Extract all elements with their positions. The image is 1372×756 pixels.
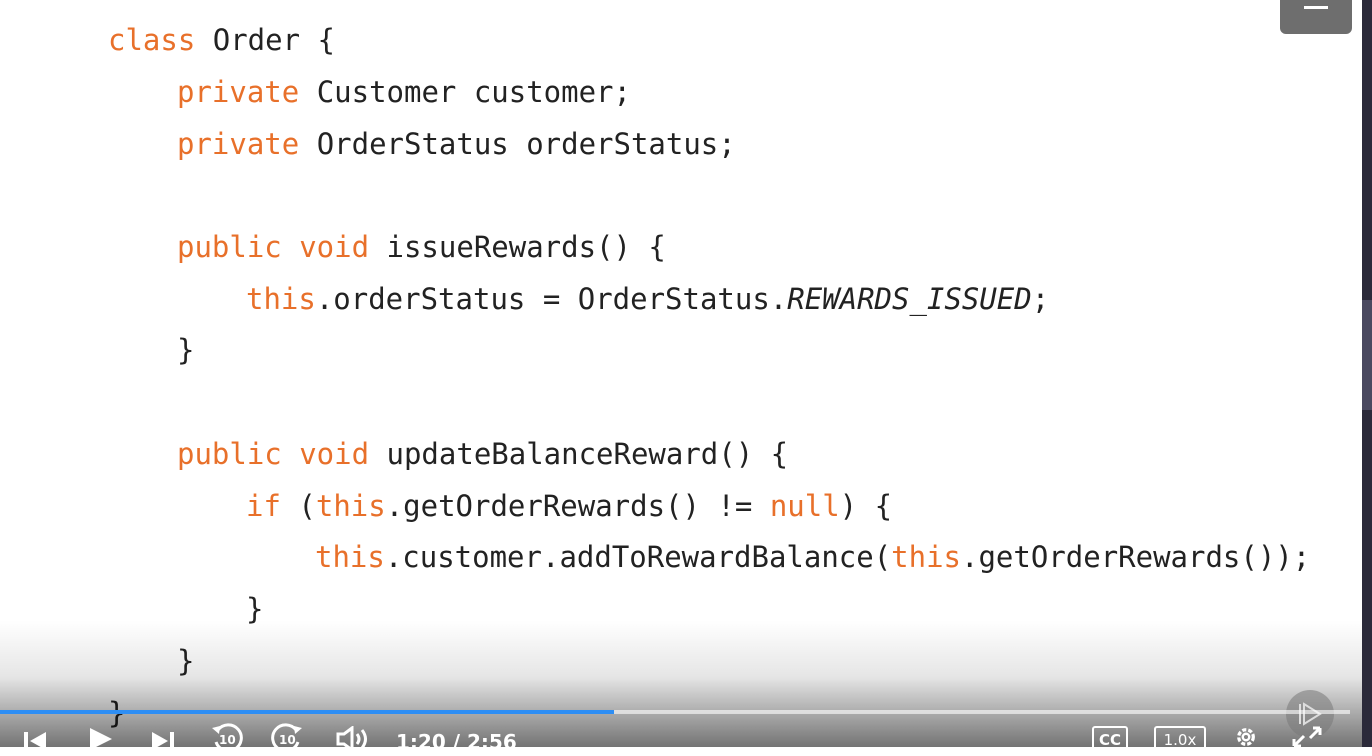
time-separator: / bbox=[452, 730, 461, 754]
code-token: REWARDS_ISSUED bbox=[787, 282, 1032, 316]
code-line: public void updateBalanceReward() { bbox=[177, 434, 788, 474]
code-token: .getOrderRewards()); bbox=[961, 540, 1311, 574]
code-slide: class Order {private Customer customer; p… bbox=[0, 0, 1362, 747]
volume-icon[interactable] bbox=[336, 726, 370, 750]
code-token: .customer.addToRewardBalance( bbox=[384, 540, 892, 574]
current-time: 1:20 bbox=[396, 730, 446, 754]
captions-icon: CC bbox=[1098, 731, 1122, 749]
code-keyword: private bbox=[177, 127, 317, 161]
code-line: if (this.getOrderRewards() != null) { bbox=[246, 486, 892, 526]
code-token: ) { bbox=[839, 489, 893, 523]
code-keyword: this bbox=[315, 540, 385, 574]
minimize-icon bbox=[1304, 6, 1328, 9]
code-token: issueRewards() { bbox=[386, 230, 666, 264]
code-line: } bbox=[177, 641, 194, 681]
previous-icon[interactable] bbox=[24, 730, 50, 750]
progress-fill bbox=[0, 710, 615, 714]
right-edge-panel bbox=[1362, 0, 1372, 747]
code-token: Customer customer; bbox=[316, 75, 631, 109]
duration: 2:56 bbox=[467, 730, 517, 754]
code-keyword: this bbox=[891, 540, 962, 574]
code-keyword: this bbox=[315, 489, 386, 523]
code-token: OrderStatus orderStatus; bbox=[316, 127, 736, 161]
player-controls: 10 10 1:20 / 2:56 CC 1.0x bbox=[0, 718, 1362, 754]
next-icon[interactable] bbox=[150, 730, 176, 750]
code-token: } bbox=[177, 644, 195, 678]
rewind-10-label: 10 bbox=[219, 733, 236, 747]
code-token: } bbox=[246, 592, 264, 626]
progress-bar[interactable] bbox=[0, 710, 1350, 714]
code-keyword: public void bbox=[177, 437, 387, 471]
code-token: .getOrderRewards() != bbox=[385, 489, 770, 523]
play-icon[interactable] bbox=[88, 726, 114, 750]
captions-button[interactable]: CC bbox=[1092, 726, 1128, 754]
code-line: this.customer.addToRewardBalance(this.ge… bbox=[315, 537, 1310, 577]
code-line: this.orderStatus = OrderStatus.REWARDS_I… bbox=[246, 279, 1049, 319]
playback-speed-button[interactable]: 1.0x bbox=[1154, 726, 1206, 754]
forward-10-label: 10 bbox=[279, 733, 296, 747]
code-line: } bbox=[246, 589, 263, 629]
code-keyword: private bbox=[177, 75, 317, 109]
forward-10-button[interactable]: 10 bbox=[270, 722, 304, 753]
code-token: Order { bbox=[212, 23, 335, 57]
time-display: 1:20 / 2:56 bbox=[396, 730, 517, 754]
code-token: } bbox=[177, 333, 195, 367]
right-edge-accent bbox=[1362, 300, 1372, 410]
code-keyword: this bbox=[246, 282, 316, 316]
settings-icon[interactable] bbox=[1230, 724, 1262, 750]
code-token: updateBalanceReward() { bbox=[386, 437, 789, 471]
minimize-button[interactable] bbox=[1280, 0, 1352, 34]
code-keyword: if bbox=[246, 489, 299, 523]
code-line: public void issueRewards() { bbox=[177, 227, 666, 267]
code-line: private OrderStatus orderStatus; bbox=[177, 124, 736, 164]
speed-label: 1.0x bbox=[1163, 731, 1197, 749]
code-token: ( bbox=[298, 489, 316, 523]
code-token: .orderStatus = OrderStatus. bbox=[315, 282, 788, 316]
code-keyword: null bbox=[769, 489, 840, 523]
code-line: class Order { bbox=[108, 20, 335, 60]
code-keyword: public void bbox=[177, 230, 387, 264]
code-line: } bbox=[177, 330, 194, 370]
rewind-10-button[interactable]: 10 bbox=[210, 722, 244, 753]
code-token: ; bbox=[1031, 282, 1050, 316]
code-line: private Customer customer; bbox=[177, 72, 631, 112]
fullscreen-icon[interactable] bbox=[1292, 726, 1322, 748]
code-keyword: class bbox=[108, 23, 213, 57]
